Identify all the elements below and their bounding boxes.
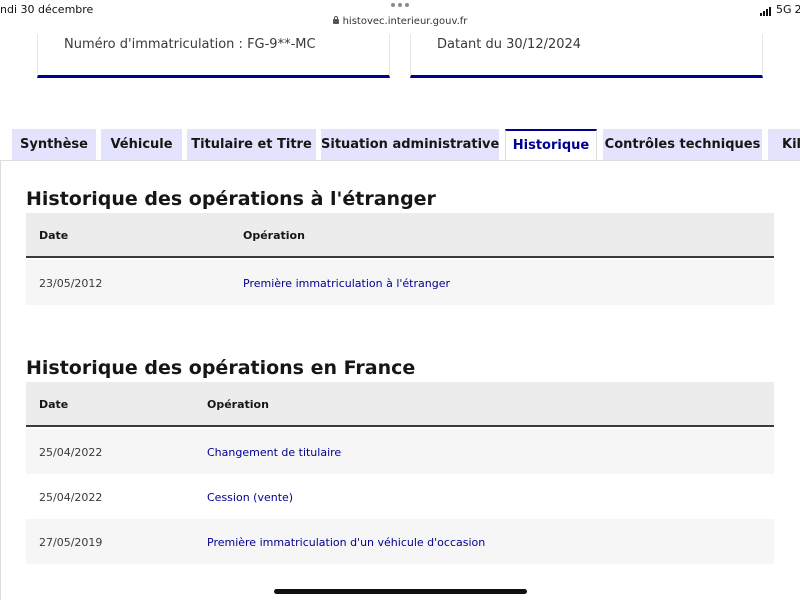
tab-historique[interactable]: Historique xyxy=(505,129,597,161)
table-row: 27/05/2019 Première immatriculation d'un… xyxy=(26,519,774,564)
tab-divider xyxy=(0,160,800,161)
foreign-history-title: Historique des opérations à l'étranger xyxy=(26,188,436,210)
address-bar[interactable]: histovec.interieur.gouv.fr xyxy=(0,16,800,27)
foreign-history-table: Date Opération 23/05/2012 Première immat… xyxy=(26,213,774,305)
tab-titulaire-titre[interactable]: Titulaire et Titre xyxy=(187,129,316,161)
network-label: 5G xyxy=(776,3,792,16)
tab-bar: Synthèse Véhicule Titulaire et Titre Sit… xyxy=(0,129,800,161)
column-operation: Opération xyxy=(243,229,305,242)
tab-kilometrage[interactable]: Kilo xyxy=(768,129,800,161)
row-date: 25/04/2022 xyxy=(39,446,103,459)
table-header: Date Opération xyxy=(26,382,774,427)
report-date: Datant du 30/12/2024 xyxy=(437,37,582,52)
home-indicator[interactable] xyxy=(274,589,527,594)
row-operation: Première immatriculation d'un véhicule d… xyxy=(207,536,486,549)
row-date: 25/04/2022 xyxy=(39,491,103,504)
status-bar: ndi 30 décembre histovec.interieur.gouv.… xyxy=(0,0,800,34)
signal-icon xyxy=(760,7,771,16)
tab-controles-techniques[interactable]: Contrôles techniques xyxy=(603,129,762,161)
row-date: 23/05/2012 xyxy=(39,277,103,290)
table-row: 25/04/2022 Cession (vente) xyxy=(26,474,774,519)
lock-icon xyxy=(332,16,339,24)
column-date: Date xyxy=(39,229,69,242)
row-operation: Changement de titulaire xyxy=(207,446,342,459)
url-text: histovec.interieur.gouv.fr xyxy=(342,16,468,27)
tab-vehicule[interactable]: Véhicule xyxy=(101,129,182,161)
more-dots-icon[interactable] xyxy=(391,3,411,9)
plate-card: Numéro d'immatriculation : FG-9**-MC xyxy=(37,34,390,78)
status-indicators: 5G 2 xyxy=(760,3,800,16)
tab-synthese[interactable]: Synthèse xyxy=(12,129,96,161)
tab-situation-administrative[interactable]: Situation administrative xyxy=(321,129,499,161)
date-card: Datant du 30/12/2024 xyxy=(410,34,763,78)
france-history-table: Date Opération 25/04/2022 Changement de … xyxy=(26,382,774,564)
plate-number: Numéro d'immatriculation : FG-9**-MC xyxy=(64,37,316,52)
table-row: 25/04/2022 Changement de titulaire xyxy=(26,429,774,474)
row-date: 27/05/2019 xyxy=(39,536,103,549)
france-history-title: Historique des opérations en France xyxy=(26,357,416,379)
status-time: ndi 30 décembre xyxy=(0,3,94,16)
panel-border xyxy=(0,160,1,600)
row-operation: Première immatriculation à l'étranger xyxy=(243,277,450,290)
table-row: 23/05/2012 Première immatriculation à l'… xyxy=(26,260,774,305)
table-header: Date Opération xyxy=(26,213,774,258)
row-operation: Cession (vente) xyxy=(207,491,294,504)
battery-label: 2 xyxy=(794,3,800,16)
column-operation: Opération xyxy=(207,398,269,411)
column-date: Date xyxy=(39,398,69,411)
